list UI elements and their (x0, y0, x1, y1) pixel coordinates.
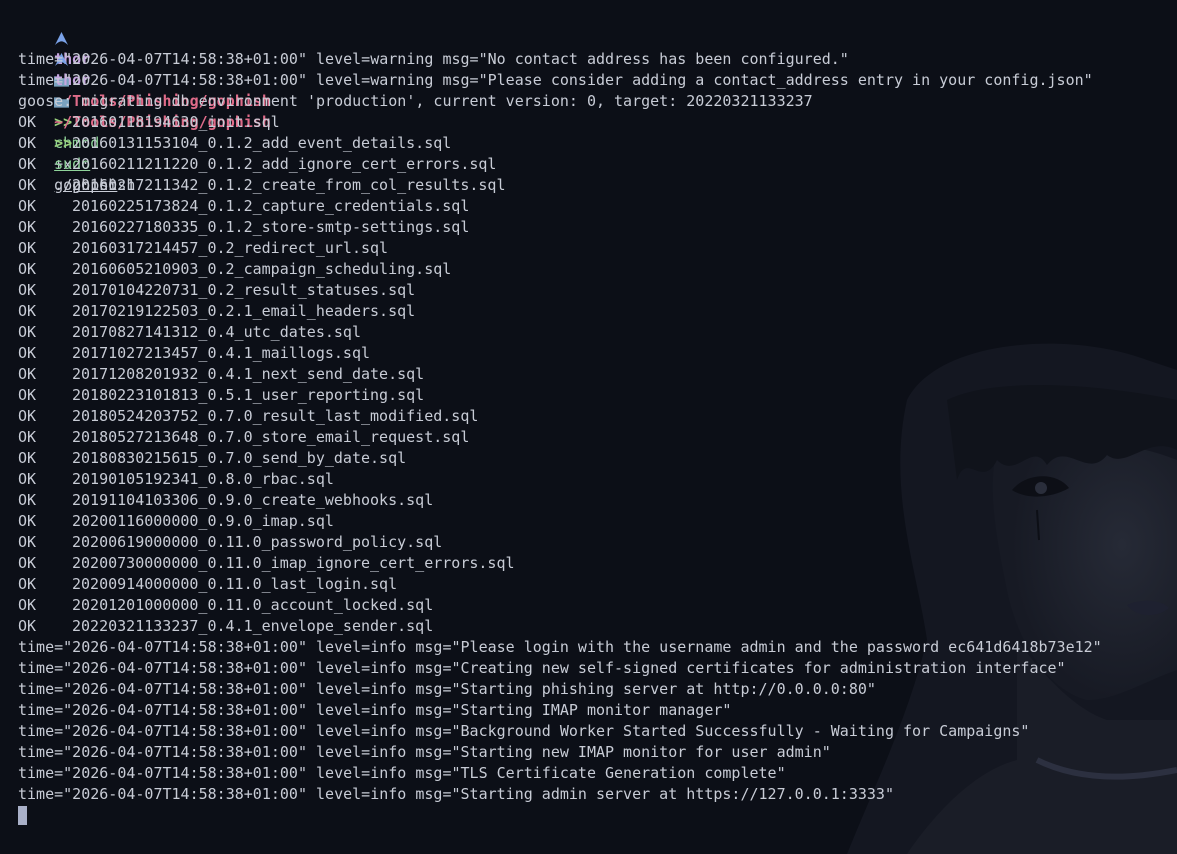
arch-logo-icon (55, 31, 69, 46)
migration-row: OK 20180830215615_0.7.0_send_by_date.sql (18, 448, 1102, 469)
migration-status: OK (18, 596, 37, 614)
migration-row: OK 20200619000000_0.11.0_password_policy.… (18, 532, 1102, 553)
migration-status: OK (18, 113, 37, 131)
log-info: time="2026-04-07T14:58:38+01:00" level=i… (18, 764, 786, 782)
log-warning: time="2026-04-07T14:58:38+01:00" level=w… (18, 71, 1093, 89)
migration-status: OK (18, 575, 37, 593)
migration-status: OK (18, 281, 37, 299)
migration-file: 20201201000000_0.11.0_account_locked.sql (72, 596, 434, 614)
migration-status: OK (18, 239, 37, 257)
migration-status: OK (18, 218, 37, 236)
goose-status: goose: migrating db environment 'product… (18, 92, 813, 110)
migration-row: OK 20170104220731_0.2_result_statuses.sql (18, 280, 1102, 301)
prompt-line: thor ~/Tools/Phishing/gophish >> sudo ./… (18, 28, 1102, 194)
migration-list: OK 20160118194630_init.sql OK 2016013115310… (18, 112, 1102, 637)
terminal-cursor (18, 806, 27, 825)
migration-row: OK 20170827141312_0.4_utc_dates.sql (18, 322, 1102, 343)
migration-status: OK (18, 449, 37, 467)
migration-file: 20180830215615_0.7.0_send_by_date.sql (72, 449, 407, 467)
migration-file: 20191104103306_0.9.0_create_webhooks.sql (72, 491, 434, 509)
migration-row: OK 20200914000000_0.11.0_last_login.sql (18, 574, 1102, 595)
migration-row: OK 20190105192341_0.8.0_rbac.sql (18, 469, 1102, 490)
migration-row: OK 20160211211220_0.1.2_add_ignore_cert_e… (18, 154, 1102, 175)
migration-status: OK (18, 386, 37, 404)
migration-file: 20170104220731_0.2_result_statuses.sql (72, 281, 416, 299)
migration-status: OK (18, 491, 37, 509)
migration-file: 20160225173824_0.1.2_capture_credentials… (72, 197, 470, 215)
migration-file: 20171027213457_0.4.1_maillogs.sql (72, 344, 371, 362)
migration-status: OK (18, 323, 37, 341)
migration-row: OK 20160605210903_0.2_campaign_scheduling… (18, 259, 1102, 280)
migration-file: 20160227180335_0.1.2_store-smtp-settings… (72, 218, 470, 236)
migration-file: 20200116000000_0.9.0_imap.sql (72, 512, 334, 530)
log-info: time="2026-04-07T14:58:38+01:00" level=i… (18, 659, 1066, 677)
migration-row: OK 20160217211342_0.1.2_create_from_col_r… (18, 175, 1102, 196)
migration-row: OK 20200116000000_0.9.0_imap.sql (18, 511, 1102, 532)
migration-status: OK (18, 533, 37, 551)
migration-status: OK (18, 428, 37, 446)
migration-file: 20160317214457_0.2_redirect_url.sql (72, 239, 389, 257)
migration-row: OK 20200730000000_0.11.0_imap_ignore_cert… (18, 553, 1102, 574)
log-info: time="2026-04-07T14:58:38+01:00" level=i… (18, 722, 1030, 740)
migration-file: 20160605210903_0.2_campaign_scheduling.s… (72, 260, 452, 278)
migration-status: OK (18, 470, 37, 488)
migration-row: OK 20201201000000_0.11.0_account_locked.s… (18, 595, 1102, 616)
migration-row: OK 20171027213457_0.4.1_maillogs.sql (18, 343, 1102, 364)
migration-status: OK (18, 176, 37, 194)
migration-row: OK 20160131153104_0.1.2_add_event_details… (18, 133, 1102, 154)
prompt-line: thor ~/Tools/Phishing/gophish >> chmod +… (18, 7, 1102, 194)
migration-file: 20180527213648_0.7.0_store_email_request… (72, 428, 470, 446)
migration-file: 20200730000000_0.11.0_imap_ignore_cert_e… (72, 554, 515, 572)
migration-row: OK 20160227180335_0.1.2_store-smtp-settin… (18, 217, 1102, 238)
migration-row: OK 20170219122503_0.2.1_email_headers.sql (18, 301, 1102, 322)
migration-row: OK 20180527213648_0.7.0_store_email_reque… (18, 427, 1102, 448)
migration-file: 20190105192341_0.8.0_rbac.sql (72, 470, 334, 488)
migration-row: OK 20220321133237_0.4.1_envelope_sender.s… (18, 616, 1102, 637)
log-info: time="2026-04-07T14:58:38+01:00" level=i… (18, 743, 831, 761)
migration-file: 20160131153104_0.1.2_add_event_details.s… (72, 134, 452, 152)
migration-file: 20160211211220_0.1.2_add_ignore_cert_err… (72, 155, 497, 173)
migration-row: OK 20160118194630_init.sql (18, 112, 1102, 133)
migration-row: OK 20171208201932_0.4.1_next_send_date.sq… (18, 364, 1102, 385)
migration-row: OK 20191104103306_0.9.0_create_webhooks.s… (18, 490, 1102, 511)
log-warning: time="2026-04-07T14:58:38+01:00" level=w… (18, 50, 849, 68)
migration-status: OK (18, 134, 37, 152)
migration-file: 20160118194630_init.sql (72, 113, 280, 131)
terminal[interactable]: thor ~/Tools/Phishing/gophish >> chmod +… (18, 7, 1102, 826)
migration-file: 20220321133237_0.4.1_envelope_sender.sql (72, 617, 434, 635)
cursor-line (18, 805, 1102, 826)
migration-status: OK (18, 260, 37, 278)
migration-row: OK 20180223101813_0.5.1_user_reporting.sq… (18, 385, 1102, 406)
migration-file: 20170219122503_0.2.1_email_headers.sql (72, 302, 416, 320)
migration-file: 20171208201932_0.4.1_next_send_date.sql (72, 365, 425, 383)
migration-file: 20200914000000_0.11.0_last_login.sql (72, 575, 398, 593)
log-info: time="2026-04-07T14:58:38+01:00" level=i… (18, 701, 732, 719)
migration-row: OK 20160317214457_0.2_redirect_url.sql (18, 238, 1102, 259)
migration-status: OK (18, 155, 37, 173)
log-info: time="2026-04-07T14:58:38+01:00" level=i… (18, 785, 894, 803)
migration-status: OK (18, 197, 37, 215)
log-info: time="2026-04-07T14:58:38+01:00" level=i… (18, 638, 1102, 656)
migration-file: 20160217211342_0.1.2_create_from_col_res… (72, 176, 506, 194)
migration-status: OK (18, 365, 37, 383)
migration-file: 20200619000000_0.11.0_password_policy.sq… (72, 533, 443, 551)
migration-row: OK 20160225173824_0.1.2_capture_credentia… (18, 196, 1102, 217)
migration-status: OK (18, 554, 37, 572)
migration-status: OK (18, 407, 37, 425)
migration-file: 20180223101813_0.5.1_user_reporting.sql (72, 386, 425, 404)
migration-status: OK (18, 344, 37, 362)
migration-status: OK (18, 617, 37, 635)
migration-status: OK (18, 512, 37, 530)
migration-file: 20170827141312_0.4_utc_dates.sql (72, 323, 361, 341)
migration-status: OK (18, 302, 37, 320)
info-log-list: time="2026-04-07T14:58:38+01:00" level=i… (18, 637, 1102, 805)
log-info: time="2026-04-07T14:58:38+01:00" level=i… (18, 680, 876, 698)
migration-row: OK 20180524203752_0.7.0_result_last_modif… (18, 406, 1102, 427)
migration-file: 20180524203752_0.7.0_result_last_modifie… (72, 407, 479, 425)
